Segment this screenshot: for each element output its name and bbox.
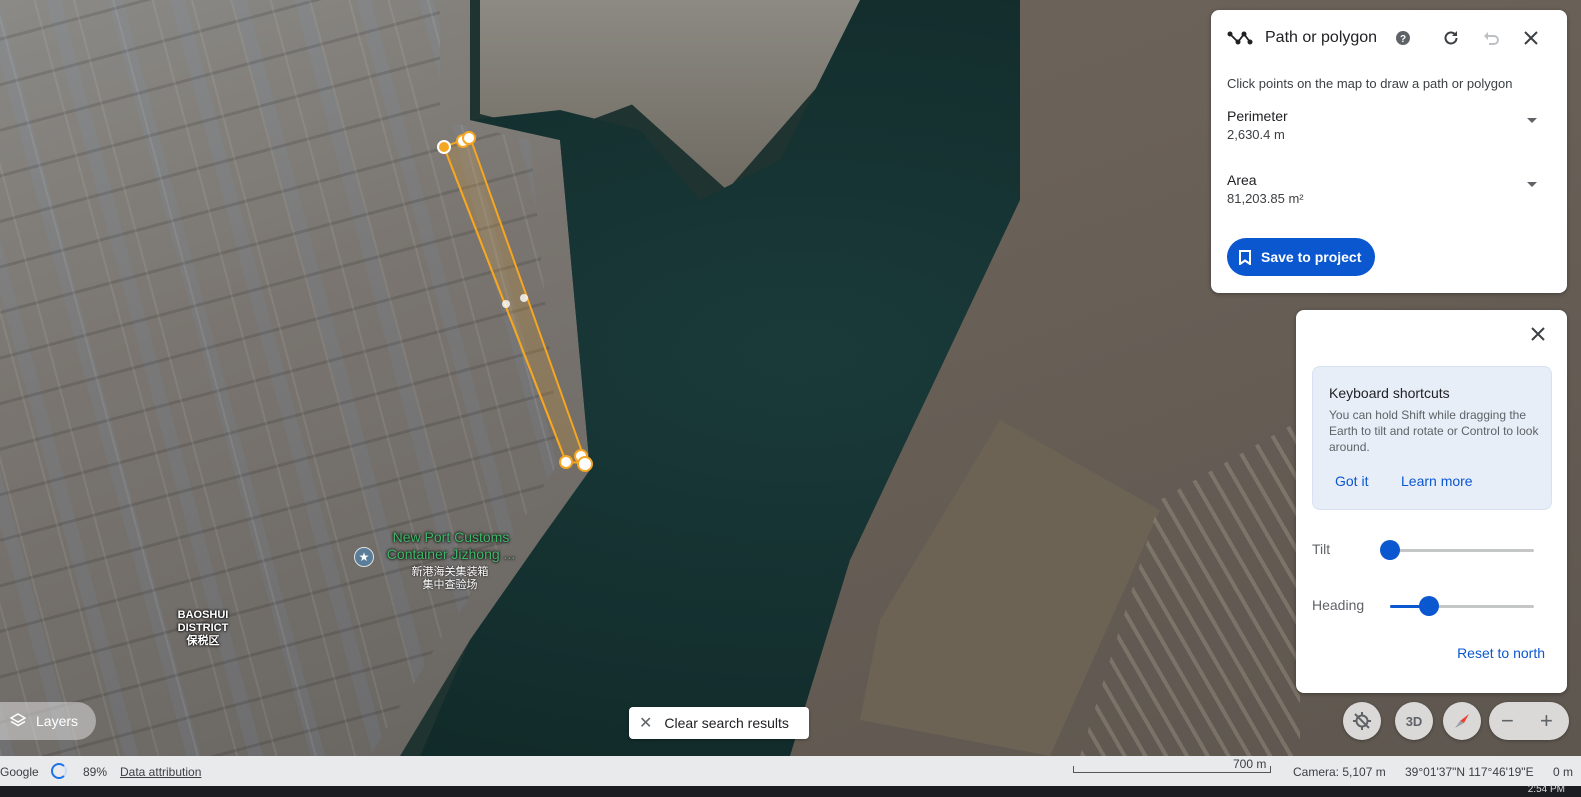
zoom-control: − + bbox=[1489, 702, 1569, 740]
cursor-coordinates: 39°01'37"N 117°46'19"E bbox=[1405, 765, 1534, 779]
zoom-out-button[interactable]: − bbox=[1501, 708, 1514, 734]
measure-tool-panel: Path or polygon ? Click points on the ma… bbox=[1211, 10, 1567, 293]
loading-spinner-icon bbox=[51, 763, 67, 779]
undo-icon[interactable] bbox=[1479, 26, 1503, 50]
district-label: BAOSHUI DISTRICT 保税区 bbox=[172, 609, 234, 648]
path-polygon-icon bbox=[1227, 31, 1253, 45]
vertex-handle bbox=[462, 131, 476, 145]
location-disabled-button[interactable] bbox=[1343, 702, 1381, 740]
poi-name-line1: New Port Customs bbox=[392, 529, 510, 545]
layers-label: Layers bbox=[36, 713, 79, 729]
tool-description: Click points on the map to draw a path o… bbox=[1227, 76, 1513, 91]
area-value: 81,203.85 m² bbox=[1227, 191, 1304, 206]
district-line3: 保税区 bbox=[186, 635, 220, 647]
close-icon: ✕ bbox=[639, 715, 653, 732]
compass-icon bbox=[1455, 714, 1469, 728]
toggle-3d-button[interactable]: 3D bbox=[1395, 702, 1433, 740]
taskbar: 2:54 PM bbox=[0, 784, 1581, 797]
zoom-in-button[interactable]: + bbox=[1540, 708, 1553, 734]
district-line1: BAOSHUI bbox=[177, 609, 229, 621]
poi-chinese-label: 新港海关集装箱 集中查验场 bbox=[400, 566, 500, 592]
customs-pin-icon[interactable]: ★ bbox=[354, 547, 374, 567]
midpoint-handle bbox=[502, 300, 510, 308]
tilt-label: Tilt bbox=[1312, 541, 1331, 557]
shortcuts-text: You can hold Shift while dragging the Ea… bbox=[1329, 408, 1539, 454]
heading-slider-knob[interactable] bbox=[1418, 596, 1439, 616]
midpoint-handle bbox=[520, 294, 528, 302]
reset-to-north-link[interactable]: Reset to north bbox=[1457, 645, 1545, 661]
bookmark-icon bbox=[1239, 249, 1251, 265]
layers-button[interactable]: Layers bbox=[0, 702, 96, 740]
poi-name-line2: Container Jizhong ... bbox=[386, 546, 516, 562]
close-tool-icon[interactable] bbox=[1519, 26, 1543, 50]
tool-title: Path or polygon bbox=[1265, 29, 1378, 46]
loading-percent: 89% bbox=[83, 765, 108, 779]
data-attribution-link[interactable]: Data attribution bbox=[120, 765, 201, 779]
tilt-slider[interactable] bbox=[1380, 540, 1534, 560]
perimeter-row[interactable]: Perimeter 2,630.4 m bbox=[1227, 108, 1547, 142]
poi-chinese-line2: 集中查验场 bbox=[422, 579, 478, 591]
save-to-project-button[interactable]: Save to project bbox=[1227, 238, 1376, 276]
clear-search-results-button[interactable]: ✕ Clear search results bbox=[629, 707, 809, 739]
elevation: 0 m bbox=[1553, 765, 1574, 779]
navigation-panel: Keyboard shortcuts You can hold Shift wh… bbox=[1296, 310, 1567, 693]
polygon-fill bbox=[442, 135, 588, 465]
status-bar: Google 89% Data attribution 700 m Camera… bbox=[0, 756, 1581, 786]
heading-label: Heading bbox=[1312, 597, 1365, 613]
camera-altitude: Camera: 5,107 m bbox=[1293, 765, 1386, 779]
poi-chinese-line1: 新港海关集装箱 bbox=[411, 566, 489, 578]
area-row[interactable]: Area 81,203.85 m² bbox=[1227, 172, 1547, 206]
taskbar-clock: 2:54 PM bbox=[1527, 784, 1565, 795]
keyboard-shortcuts-card: Keyboard shortcuts You can hold Shift wh… bbox=[1312, 366, 1552, 510]
clear-search-label: Clear search results bbox=[664, 715, 789, 731]
save-label: Save to project bbox=[1261, 249, 1362, 265]
vertex-handle bbox=[559, 455, 573, 469]
location-off-icon bbox=[1353, 712, 1371, 730]
tilt-slider-knob[interactable] bbox=[1380, 540, 1400, 560]
learn-more-link[interactable]: Learn more bbox=[1401, 473, 1473, 489]
layers-icon bbox=[10, 713, 26, 727]
refresh-icon[interactable] bbox=[1439, 26, 1463, 50]
svg-text:?: ? bbox=[1400, 34, 1406, 45]
close-navigation-icon[interactable] bbox=[1526, 322, 1550, 346]
vertex-handle bbox=[577, 456, 593, 472]
compass-button[interactable] bbox=[1443, 702, 1481, 740]
poi-label[interactable]: New Port Customs Container Jizhong ... bbox=[384, 529, 518, 563]
got-it-button[interactable]: Got it bbox=[1335, 473, 1368, 489]
google-brand: Google bbox=[0, 765, 39, 779]
help-icon[interactable]: ? bbox=[1391, 26, 1415, 50]
shortcuts-title: Keyboard shortcuts bbox=[1329, 385, 1450, 401]
perimeter-label: Perimeter bbox=[1227, 108, 1288, 124]
district-line2: DISTRICT bbox=[177, 622, 229, 634]
vertex-handle bbox=[437, 140, 451, 154]
area-label: Area bbox=[1227, 172, 1257, 188]
perimeter-value: 2,630.4 m bbox=[1227, 127, 1285, 142]
scale-label: 700 m bbox=[1233, 757, 1267, 771]
area-dropdown-icon[interactable] bbox=[1527, 182, 1537, 187]
heading-slider[interactable] bbox=[1390, 596, 1534, 616]
perimeter-dropdown-icon[interactable] bbox=[1527, 118, 1537, 123]
